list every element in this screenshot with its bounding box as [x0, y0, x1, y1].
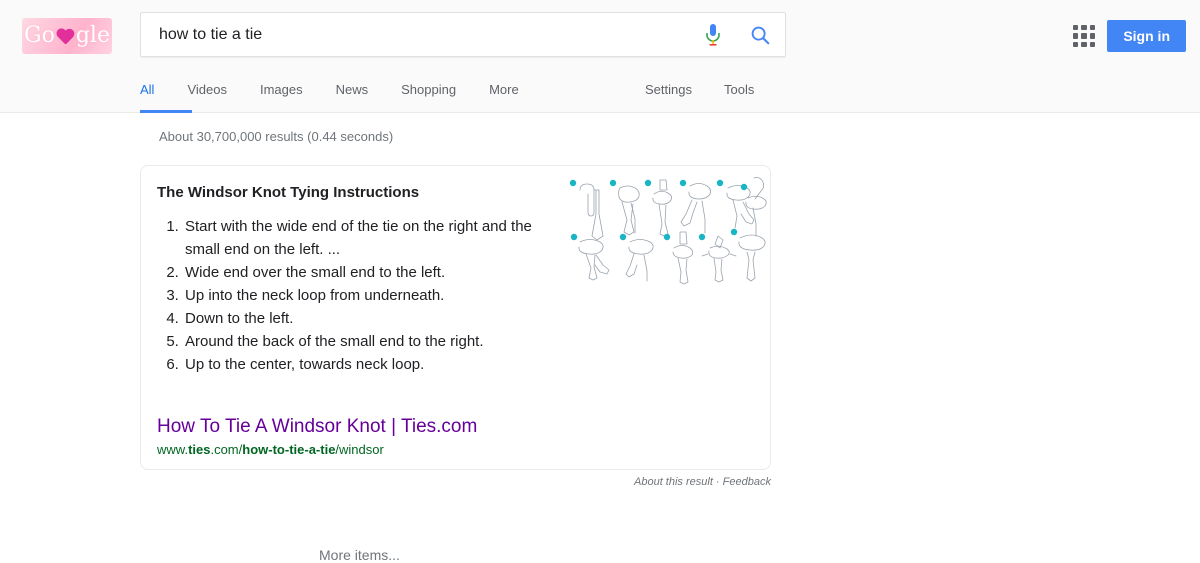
logo-wordmark: Go gle: [24, 25, 110, 47]
feedback-link[interactable]: Feedback: [723, 476, 771, 488]
result-url: www.ties.com/how-to-tie-a-tie/windsor: [157, 442, 384, 457]
apps-grid-icon[interactable]: [1073, 25, 1095, 47]
tie-tying-steps-diagram[interactable]: [568, 174, 768, 286]
snippet-title: The Windsor Knot Tying Instructions: [157, 184, 420, 201]
featured-snippet-card: The Windsor Knot Tying Instructions Star…: [140, 165, 771, 563]
tab-news[interactable]: News: [336, 68, 369, 112]
url-prefix: www.: [157, 442, 189, 457]
tab-shopping[interactable]: Shopping: [401, 68, 456, 112]
result-title-link[interactable]: How To Tie A Windsor Knot | Ties.com: [157, 416, 477, 438]
search-tools-group: Settings Tools: [645, 67, 786, 112]
list-item: Up into the neck loop from underneath.: [183, 284, 537, 307]
search-box[interactable]: [140, 12, 786, 57]
tab-more[interactable]: More: [489, 68, 519, 112]
logo-text-before: Go: [24, 23, 55, 48]
tools-button[interactable]: Tools: [724, 68, 754, 112]
search-tabs: All Videos Images News Shopping More: [140, 67, 552, 112]
search-submit-button[interactable]: [735, 13, 785, 57]
results-count: About 30,700,000 results (0.44 seconds): [159, 129, 394, 144]
tab-all[interactable]: All: [140, 68, 154, 112]
sign-in-button[interactable]: Sign in: [1107, 20, 1186, 52]
url-mid: .com/: [210, 442, 243, 457]
tab-images[interactable]: Images: [260, 68, 303, 112]
list-item: Start with the wide end of the tie on th…: [183, 215, 537, 261]
url-suffix: /windsor: [335, 442, 384, 457]
list-item: Up to the center, towards neck loop.: [183, 353, 537, 376]
step-markers: [569, 179, 748, 241]
list-item: Wide end over the small end to the left.: [183, 261, 537, 284]
more-items-link[interactable]: More items...: [319, 547, 400, 563]
heart-icon: [56, 29, 75, 46]
active-tab-indicator: [140, 110, 192, 113]
snippet-steps-list: Start with the wide end of the tie on th…: [157, 215, 537, 376]
settings-button[interactable]: Settings: [645, 68, 692, 112]
footer-separator: ·: [712, 476, 723, 488]
list-item: Down to the left.: [183, 307, 537, 330]
google-logo[interactable]: Go gle: [22, 18, 112, 54]
microphone-icon: [706, 23, 720, 46]
url-path: how-to-tie-a-tie: [242, 442, 336, 457]
tab-videos[interactable]: Videos: [187, 68, 227, 112]
page-header: Go gle Sign in All Videos Images: [0, 0, 1200, 113]
url-domain: ties: [188, 442, 211, 457]
snippet-footer: About this result · Feedback: [634, 476, 771, 488]
logo-text-after: gle: [75, 23, 110, 48]
list-item: Around the back of the small end to the …: [183, 330, 537, 353]
about-this-result-link[interactable]: About this result: [634, 476, 713, 488]
search-icon: [751, 26, 770, 44]
search-input[interactable]: [141, 25, 691, 44]
voice-search-button[interactable]: [691, 13, 735, 57]
